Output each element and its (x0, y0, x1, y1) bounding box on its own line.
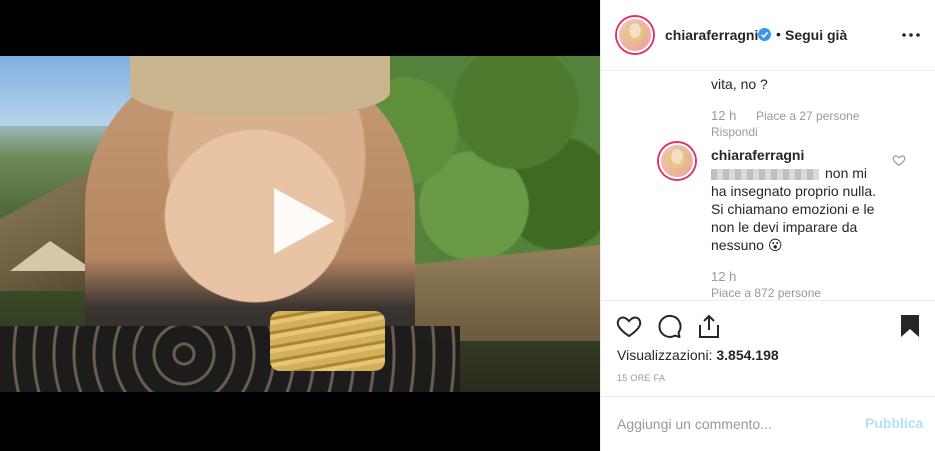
avatar[interactable] (617, 17, 653, 53)
comment-icon[interactable] (656, 313, 682, 339)
comment-likes[interactable]: Piace a 872 persone (711, 286, 821, 300)
comment-likes[interactable]: Piace a 27 persone (756, 109, 859, 123)
comment-time[interactable]: 12 h (711, 269, 736, 284)
post-timestamp[interactable]: 15 ORE FA (617, 373, 665, 383)
post-actions: Visualizzazioni: 3.854.198 15 ORE FA (601, 300, 935, 410)
comment-username[interactable]: chiaraferragni (711, 146, 804, 164)
heart-outline-icon[interactable] (616, 313, 642, 339)
blurred-mention (711, 168, 819, 180)
avatar[interactable] (659, 143, 695, 179)
comment-text-line: non mi (711, 164, 867, 182)
comment-text-line: ha insegnato proprio nulla. (711, 183, 877, 199)
publish-button[interactable]: Pubblica (865, 415, 923, 431)
play-icon[interactable] (268, 186, 338, 256)
separator-dot: • (776, 26, 781, 42)
comment-text-line: non le devi imparare da (711, 219, 858, 235)
post-sidebar: chiaraferragni • Segui già vita, no ? 12… (600, 0, 935, 451)
comment-text-line: nessuno 😮 (711, 237, 783, 253)
comment-input[interactable] (617, 411, 847, 437)
more-options-icon[interactable] (901, 26, 921, 44)
comments-list[interactable]: vita, no ? 12 h Piace a 27 persone Rispo… (601, 71, 935, 300)
reply-button[interactable]: Rispondi (711, 125, 758, 139)
comment-text-line: Si chiamano emozioni e le (711, 201, 875, 217)
post-header: chiaraferragni • Segui già (601, 0, 935, 71)
comment-text: vita, no ? (711, 76, 768, 92)
verified-badge-icon (758, 28, 771, 41)
following-button[interactable]: Segui già (785, 27, 847, 43)
post-media (0, 0, 600, 451)
heart-outline-icon[interactable] (892, 153, 906, 167)
bookmark-filled-icon[interactable] (897, 313, 923, 339)
share-icon[interactable] (696, 313, 722, 339)
username-link[interactable]: chiaraferragni (665, 27, 758, 43)
views-count: Visualizzazioni: 3.854.198 (617, 347, 779, 363)
comment-time[interactable]: 12 h (711, 108, 736, 123)
scene-bracelets (270, 311, 385, 371)
add-comment-bar: Pubblica (601, 396, 935, 451)
scene-shirt (0, 326, 460, 392)
